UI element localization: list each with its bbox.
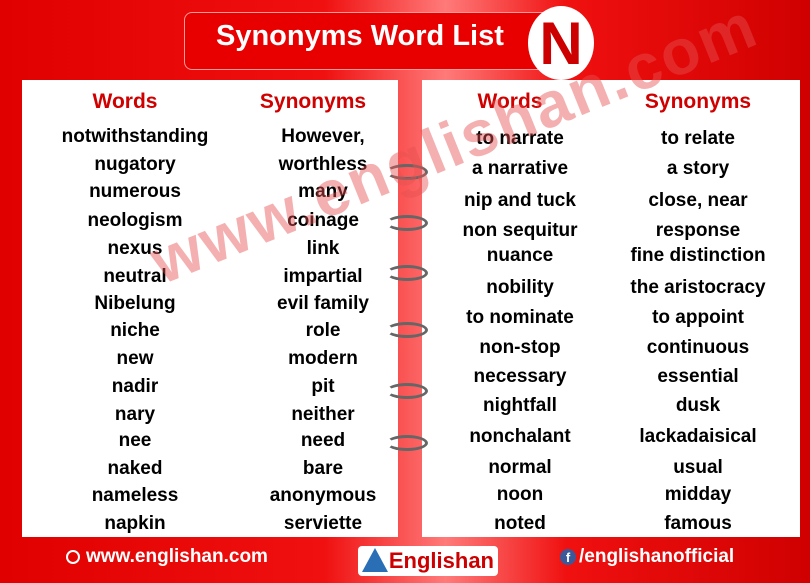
right-synonym: famous [664,513,732,534]
left-word: nugatory [94,154,176,175]
left-word: neologism [87,210,183,231]
left-synonym: modern [288,348,358,369]
right-synonym: usual [673,457,723,478]
right-word: noon [496,484,544,505]
left-synonym: serviette [283,513,363,534]
left-word: numerous [89,181,181,202]
right-synonym: lackadaisical [639,426,757,447]
left-synonym: pit [311,376,335,397]
left-synonym: However, [281,126,365,147]
page-title: Synonyms Word List [216,20,504,52]
left-word: niche [110,320,160,341]
left-word: nary [114,404,156,425]
right-word: non sequitur [462,220,578,241]
brand-logo: Englishan [358,546,498,576]
left-synonym: neither [291,404,355,425]
right-word: necessary [473,366,567,387]
left-word: nexus [107,238,163,259]
right-synonym: continuous [646,337,750,358]
right-word: normal [488,457,552,478]
spiral-ring [386,164,428,180]
website-text: www.englishan.com [86,546,268,567]
left-word: naked [107,458,163,479]
left-synonym: need [300,430,346,451]
facebook-text: /englishanofficial [579,546,735,567]
left-words-header: Words [92,90,158,113]
left-synonym: anonymous [269,485,377,506]
right-word: nuance [486,245,554,266]
right-word: to narrate [476,128,564,149]
right-word: non-stop [479,337,561,358]
left-synonym: link [306,238,340,259]
right-word: nobility [486,277,554,298]
brand-text: Englishan [388,548,494,573]
right-synonym: dusk [675,395,721,416]
right-word: to nominate [466,307,574,328]
left-synonym: worthless [278,154,368,175]
right-synonym: response [655,220,741,241]
right-word: noted [494,513,546,534]
right-synonym: essential [657,366,739,387]
left-word: new [116,348,154,369]
right-word: nip and tuck [464,190,576,211]
left-word: nameless [91,485,179,506]
facebook-icon: f [560,548,576,565]
spiral-ring [386,322,428,338]
right-synonym: fine distinction [630,245,766,266]
right-synonym: the aristocracy [630,277,766,298]
spiral-ring [386,215,428,231]
left-word: napkin [104,513,166,534]
footer-website[interactable]: www.englishan.com [66,546,268,568]
logo-triangle-icon [362,548,388,572]
right-synonym: to appoint [652,307,744,328]
right-word: nonchalant [469,426,571,447]
left-synonym: bare [302,458,344,479]
footer-facebook[interactable]: f/englishanofficial [560,546,734,568]
right-synonym: midday [664,484,732,505]
left-word: nee [118,430,152,451]
globe-icon [66,549,80,564]
spiral-ring [386,265,428,281]
left-synonym: role [305,320,341,341]
left-word: nadir [111,376,159,397]
right-synonym: to relate [661,128,735,149]
left-word: neutral [103,266,167,287]
right-synonym: a story [666,158,730,179]
left-word: Nibelung [94,293,176,314]
left-synonym: impartial [283,266,363,287]
left-word: notwithstanding [61,126,209,147]
left-synonym: coinage [287,210,359,231]
left-synonyms-header: Synonyms [259,90,367,113]
letter-badge: N [528,6,594,80]
right-word: a narrative [471,158,569,179]
right-words-header: Words [477,90,543,113]
left-synonym: evil family [277,293,369,314]
left-synonym: many [298,181,348,202]
right-synonyms-header: Synonyms [644,90,752,113]
spiral-ring [386,435,428,451]
right-word: nightfall [483,395,557,416]
spiral-ring [386,383,428,399]
right-synonym: close, near [648,190,748,211]
